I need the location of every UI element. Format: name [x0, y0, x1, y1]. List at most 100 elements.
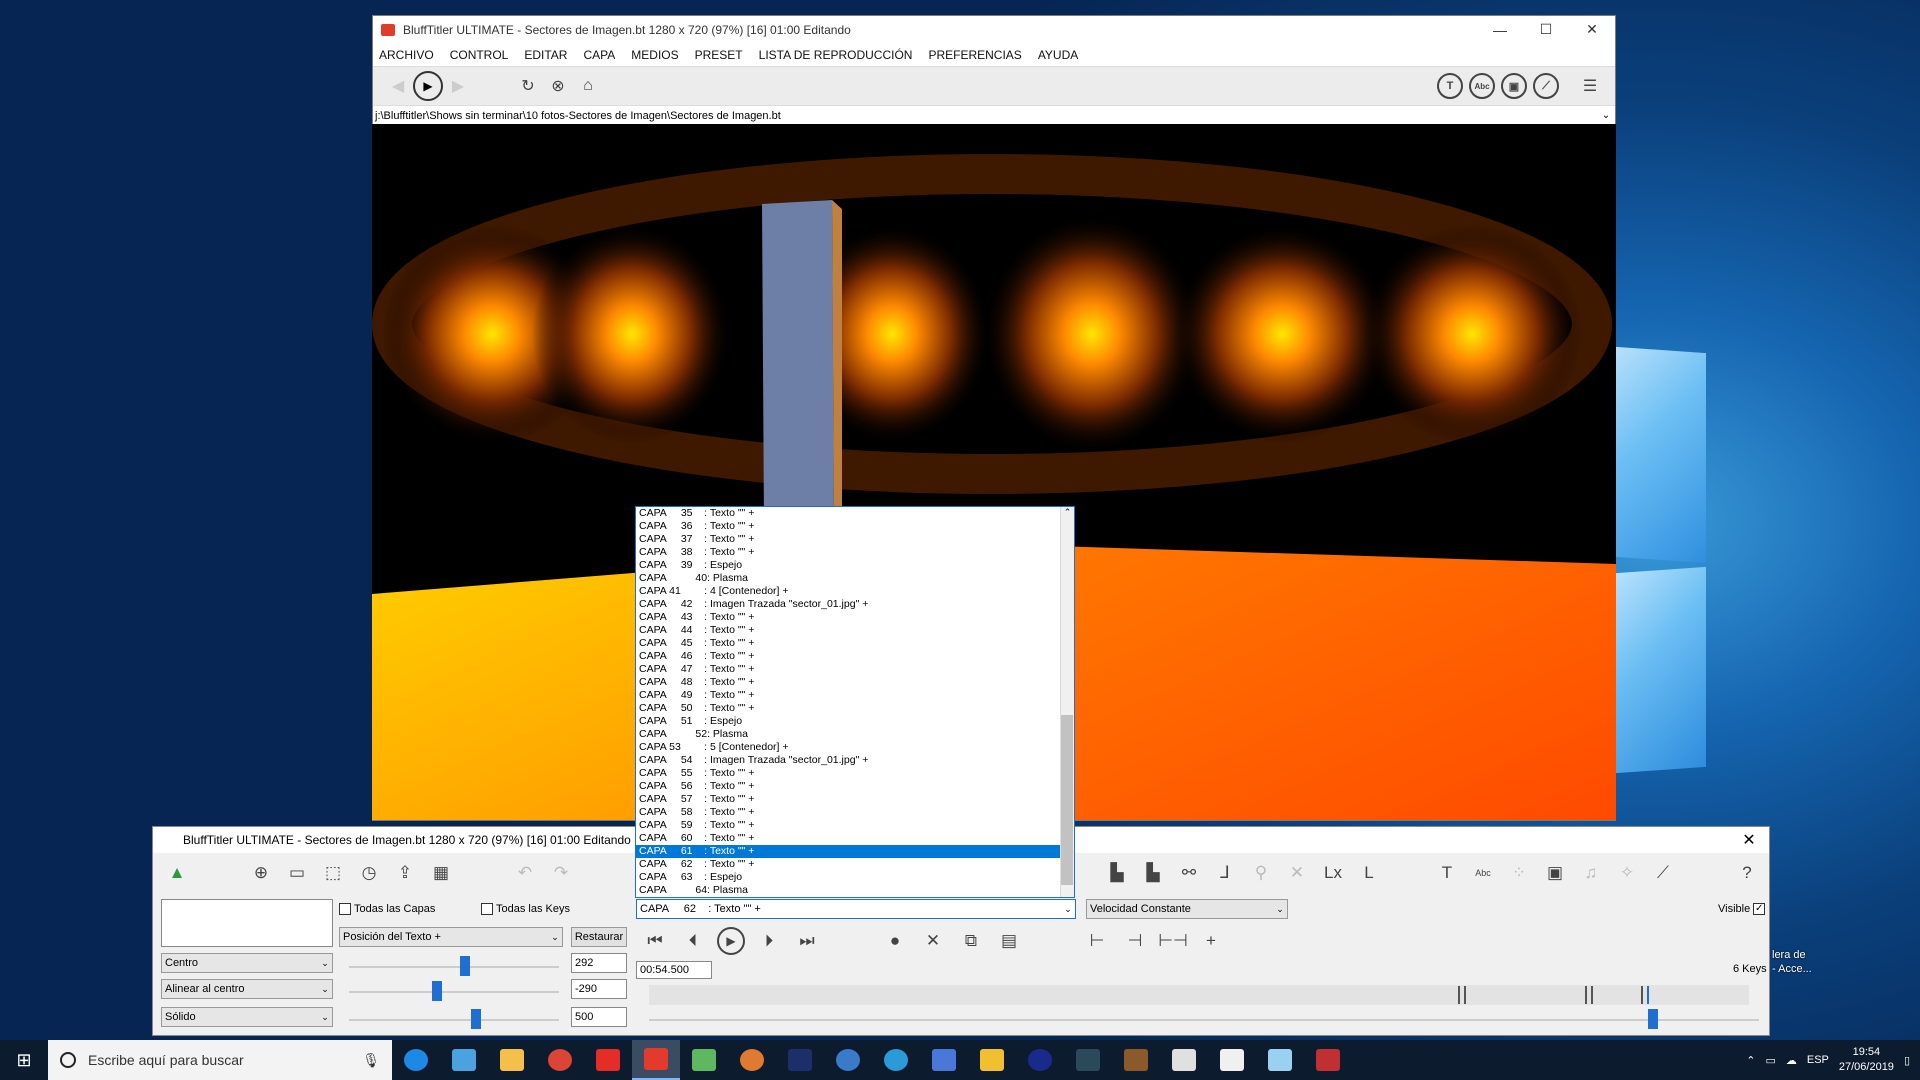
layer-list-item[interactable]: CAPA 47 : Texto "" +: [636, 663, 1074, 676]
layer-list-item[interactable]: CAPA 46 : Texto "" +: [636, 650, 1074, 663]
layer-list-item[interactable]: CAPA 61 : Texto "" +: [636, 845, 1074, 858]
layer-list-item[interactable]: CAPA 35 : Texto "" +: [636, 507, 1074, 520]
speed-select[interactable]: Velocidad Constante ⌄: [1086, 899, 1288, 919]
hamburger-menu-icon[interactable]: ☰: [1575, 71, 1605, 101]
align-icon[interactable]: ▙: [1103, 859, 1131, 887]
align-v-select[interactable]: Alinear al centro ⌄: [161, 979, 333, 999]
magic-wand-icon[interactable]: ⟋: [1649, 859, 1677, 887]
y-value-input[interactable]: -290: [571, 979, 627, 999]
layer-list-item[interactable]: CAPA 44 : Texto "" +: [636, 624, 1074, 637]
next-frame-icon[interactable]: ⏵: [755, 927, 783, 955]
taskbar-translate-icon[interactable]: [920, 1040, 968, 1080]
paste-icon[interactable]: ▤: [995, 927, 1023, 955]
play-icon[interactable]: ▶: [717, 927, 745, 955]
taskbar-paw-icon[interactable]: [728, 1040, 776, 1080]
maximize-button[interactable]: ☐: [1523, 16, 1569, 43]
layer-list-item[interactable]: CAPA 39 : Espejo: [636, 559, 1074, 572]
style-select[interactable]: Sólido ⌄: [161, 1007, 333, 1027]
keyframe-marker[interactable]: [1585, 986, 1587, 1004]
search-box[interactable]: Escribe aquí para buscar 🎙: [48, 1040, 392, 1080]
taskbar-youtube-icon[interactable]: [584, 1040, 632, 1080]
redo-icon[interactable]: ↷: [547, 859, 575, 887]
clock[interactable]: 19:54 27/06/2019: [1839, 1045, 1894, 1075]
cross-icon[interactable]: ✕: [1283, 859, 1311, 887]
back-arrow-icon[interactable]: ◀: [383, 71, 413, 101]
todas-las-keys-checkbox[interactable]: Todas las Keys: [481, 903, 570, 915]
keyframe-marker[interactable]: [1647, 986, 1649, 1004]
copy-icon[interactable]: ⧉: [957, 927, 985, 955]
menu-archivo[interactable]: ARCHIVO: [379, 48, 434, 62]
taskbar-store-icon[interactable]: [440, 1040, 488, 1080]
add-layer-icon[interactable]: ⊕: [247, 859, 275, 887]
x-slider-thumb[interactable]: [460, 956, 470, 976]
time-input[interactable]: 00:54.500: [636, 961, 712, 979]
chevron-down-icon[interactable]: ⌄: [1597, 110, 1615, 121]
layer-dropdown-list[interactable]: CAPA 35 : Texto "" + CAPA 36 : Texto "" +…: [635, 506, 1075, 898]
prev-frame-icon[interactable]: ⏴: [679, 927, 707, 955]
layer-list-item[interactable]: CAPA 63 : Espejo: [636, 871, 1074, 884]
menu-medios[interactable]: MEDIOS: [631, 48, 678, 62]
crop-icon[interactable]: ⬚: [319, 859, 347, 887]
particles-icon[interactable]: ⁘: [1505, 859, 1533, 887]
menu-preferencias[interactable]: PREFERENCIAS: [928, 48, 1021, 62]
layer-list-item[interactable]: CAPA 48 : Texto "" +: [636, 676, 1074, 689]
network-icon[interactable]: ▭: [1765, 1054, 1775, 1067]
layer-list-item[interactable]: CAPA 56 : Texto "" +: [636, 780, 1074, 793]
menu-editar[interactable]: EDITAR: [524, 48, 567, 62]
layer-list-item[interactable]: CAPA 38 : Texto "" +: [636, 546, 1074, 559]
visible-checkbox[interactable]: Visible ✓: [1718, 903, 1766, 915]
taskbar-app-icon[interactable]: [680, 1040, 728, 1080]
taskbar-notes-icon[interactable]: [1256, 1040, 1304, 1080]
stop-icon[interactable]: ⊗: [543, 71, 573, 101]
forward-arrow-icon[interactable]: ▶: [443, 71, 473, 101]
menu-control[interactable]: CONTROL: [450, 48, 509, 62]
x-slider[interactable]: [349, 966, 559, 968]
taskbar-plane-icon[interactable]: [872, 1040, 920, 1080]
layer-list-item[interactable]: CAPA 36 : Texto "" +: [636, 520, 1074, 533]
y-slider[interactable]: [349, 991, 559, 993]
layer-list-item[interactable]: CAPA 55 : Texto "" +: [636, 767, 1074, 780]
z-value-input[interactable]: 500: [571, 1007, 627, 1027]
menu-preset[interactable]: PRESET: [695, 48, 743, 62]
key-icon[interactable]: ⅃: [1211, 859, 1239, 887]
undo-icon[interactable]: ↶: [511, 859, 539, 887]
record-icon[interactable]: ●: [881, 927, 909, 955]
delete-key-icon[interactable]: ✕: [919, 927, 947, 955]
key-first-icon[interactable]: ⊢: [1083, 927, 1111, 955]
taskbar-calendar-icon[interactable]: [1160, 1040, 1208, 1080]
menu-lista-reproduccion[interactable]: LISTA DE REPRODUCCIÓN: [759, 48, 913, 62]
keyframe-marker[interactable]: [1464, 986, 1466, 1004]
layer-list-item[interactable]: CAPA 59 : Texto "" +: [636, 819, 1074, 832]
close-icon[interactable]: ✕: [1729, 830, 1769, 850]
menu-ayuda[interactable]: AYUDA: [1038, 48, 1078, 62]
desktop-icon-label[interactable]: lera de - Acce...: [1772, 948, 1812, 976]
picture-icon[interactable]: ▣: [1541, 859, 1569, 887]
reload-icon[interactable]: ↻: [513, 71, 543, 101]
music-icon[interactable]: ♫: [1577, 859, 1605, 887]
clock-icon[interactable]: ◷: [355, 859, 383, 887]
time-slider[interactable]: [649, 1019, 1759, 1021]
home-icon[interactable]: ⌂: [573, 71, 603, 101]
layer-list-item[interactable]: CAPA 40: Plasma: [636, 572, 1074, 585]
restore-button[interactable]: Restaurar: [571, 927, 627, 947]
image-tool-icon[interactable]: ▣: [1501, 73, 1527, 99]
text-layer-icon[interactable]: T: [1433, 859, 1461, 887]
text-input[interactable]: [161, 899, 333, 947]
import-icon[interactable]: ⇪: [391, 859, 419, 887]
layer-list-item[interactable]: CAPA 64: Plasma: [636, 884, 1074, 897]
abc-layer-icon[interactable]: Abc: [1469, 859, 1497, 887]
minimize-button[interactable]: —: [1477, 16, 1523, 43]
layer-list-item[interactable]: CAPA 50 : Texto "" +: [636, 702, 1074, 715]
layer-list-item[interactable]: CAPA 41 : 4 [Contenedor] +: [636, 585, 1074, 598]
layer-list-item[interactable]: CAPA 51 : Espejo: [636, 715, 1074, 728]
cloud-icon[interactable]: ☁: [1786, 1054, 1797, 1067]
align-h-select[interactable]: Centro ⌄: [161, 953, 333, 973]
layer-list-item[interactable]: CAPA 43 : Texto "" +: [636, 611, 1074, 624]
layer-list-item[interactable]: CAPA 53 : 5 [Contenedor] +: [636, 741, 1074, 754]
taskbar-calc-icon[interactable]: [1304, 1040, 1352, 1080]
connect-icon[interactable]: ⚲: [1247, 859, 1275, 887]
taskbar-explorer-icon[interactable]: [488, 1040, 536, 1080]
taskbar-vpn-icon[interactable]: [1016, 1040, 1064, 1080]
film-icon[interactable]: ▦: [427, 859, 455, 887]
key-span-icon[interactable]: ⊢⊣: [1158, 927, 1188, 955]
